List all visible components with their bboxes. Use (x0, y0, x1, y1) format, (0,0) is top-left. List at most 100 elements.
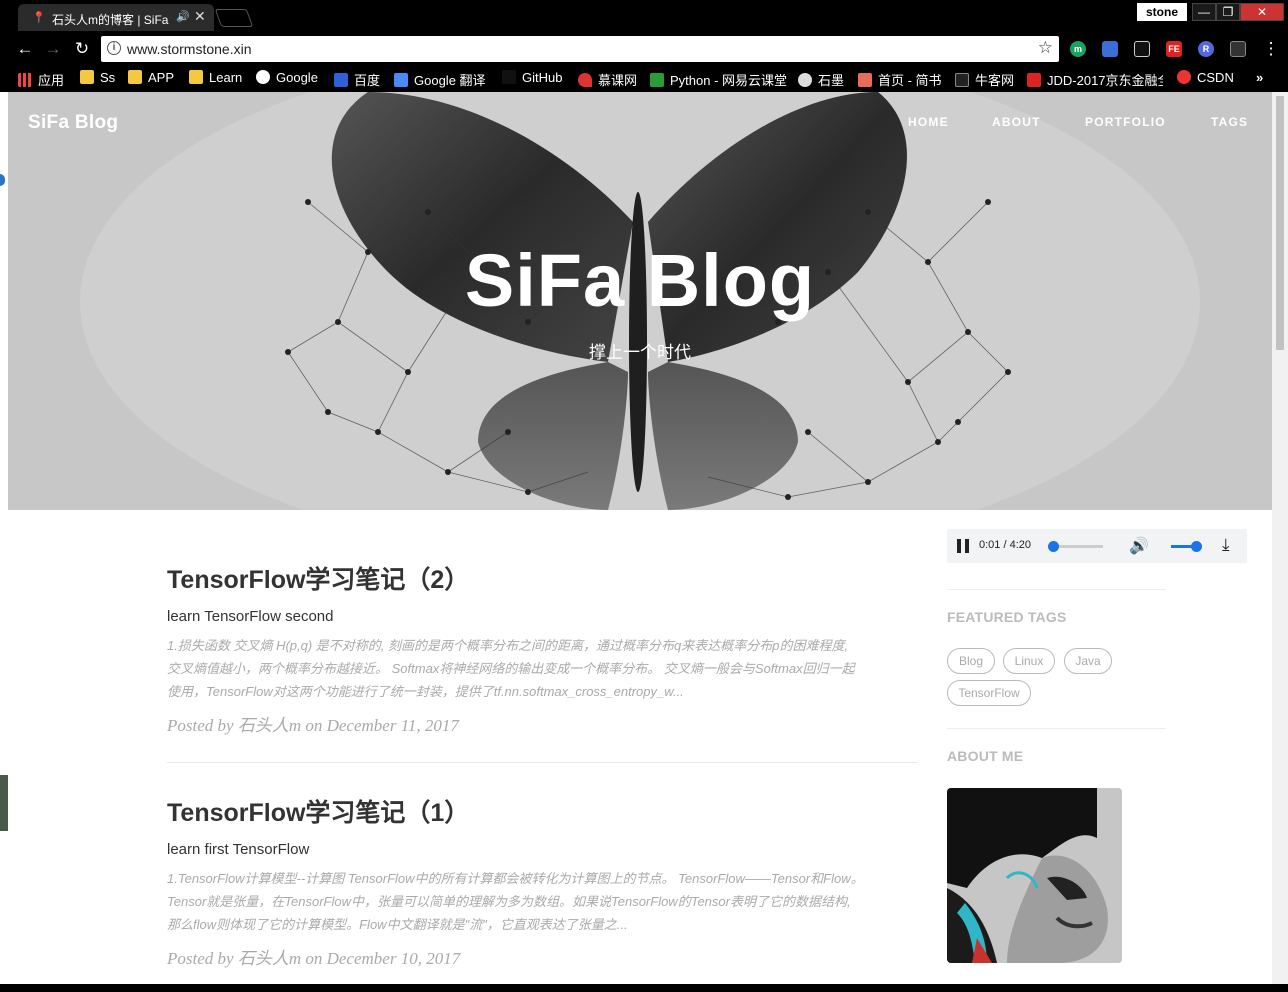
browser-tab[interactable]: 📍 石头人m的博客 | SiFa 🔊 ✕ (18, 4, 214, 31)
bookmark-apps[interactable]: 应用 (18, 70, 64, 89)
bookmark-csdn[interactable]: CSDN (1177, 70, 1234, 85)
audio-time: 0:01 / 4:20 (979, 539, 1031, 551)
extension-glasses-icon[interactable] (1134, 41, 1150, 57)
avatar (947, 788, 1122, 963)
scrollbar-thumb[interactable] (1276, 96, 1284, 350)
back-icon[interactable]: ← (14, 38, 36, 60)
bookmarks-overflow-chevron-icon[interactable]: » (1256, 70, 1263, 85)
netease-study-icon (650, 73, 664, 87)
bookmark-folder-app[interactable]: APP (128, 70, 174, 85)
close-window-icon[interactable]: ✕ (1240, 3, 1284, 21)
apps-grid-icon (18, 73, 32, 87)
close-tab-icon[interactable]: ✕ (194, 8, 206, 25)
folder-icon (80, 70, 94, 84)
post-subtitle[interactable]: learn TensorFlow second (167, 608, 917, 625)
left-window-edge (0, 92, 8, 984)
featured-tags-heading: FEATURED TAGS (947, 609, 1067, 625)
extension-m-icon[interactable]: m (1070, 41, 1086, 57)
bookmark-star-icon[interactable]: ☆ (1038, 38, 1053, 58)
google-icon (256, 70, 270, 84)
url-text[interactable]: www.stormstone.xin (127, 41, 251, 57)
sidebar-divider (947, 728, 1166, 729)
bookmark-jianshu[interactable]: 首页 - 简书 (858, 70, 942, 89)
folder-icon (189, 70, 203, 84)
volume-thumb[interactable] (1191, 541, 1202, 552)
nav-home[interactable]: HOME (908, 115, 949, 129)
bookmark-imooc[interactable]: 慕课网 (578, 70, 637, 89)
baidu-icon (334, 73, 348, 87)
translate-icon (394, 73, 408, 87)
tag-tensorflow[interactable]: TensorFlow (947, 680, 1031, 706)
post-preview[interactable]: TensorFlow学习笔记（1） learn first TensorFlow… (167, 793, 917, 969)
minimize-icon[interactable]: — (1192, 3, 1216, 21)
hero-title: SiFa Blog (464, 239, 816, 322)
new-tab-button[interactable] (214, 9, 254, 27)
bookmark-folder-learn[interactable]: Learn (189, 70, 242, 85)
folder-icon (128, 70, 142, 84)
pin-icon: 📍 (32, 12, 46, 24)
post-divider (167, 762, 917, 763)
menu-icon[interactable]: ⋮ (1260, 38, 1282, 60)
left-edge-widget (0, 775, 8, 831)
forward-icon[interactable]: → (42, 38, 64, 60)
profile-photo (947, 788, 1122, 963)
bookmark-netease-python[interactable]: Python - 网易云课堂 (650, 70, 787, 89)
browser-window: 📍 石头人m的博客 | SiFa 🔊 ✕ stone — ❐ ✕ ← → ↻ i… (0, 0, 1288, 992)
post-meta: Posted by 石头人m on December 10, 2017 (167, 949, 461, 968)
hero-subtitle: 撑上一个时代 (589, 343, 691, 362)
shimo-icon (798, 73, 812, 87)
post-preview[interactable]: TensorFlow学习笔记（2） learn TensorFlow secon… (167, 560, 917, 736)
address-bar[interactable]: i www.stormstone.xin ☆ (101, 36, 1059, 62)
post-title[interactable]: TensorFlow学习笔记（1） (167, 793, 917, 829)
profile-button[interactable]: stone (1137, 3, 1187, 21)
tab-strip: 📍 石头人m的博客 | SiFa 🔊 ✕ stone — ❐ ✕ (0, 0, 1288, 34)
download-icon[interactable]: ⤓ (1222, 535, 1230, 555)
flame-icon (578, 73, 592, 87)
bookmark-jdd[interactable]: JDD-2017京东金融全 (1027, 70, 1163, 89)
audio-playing-icon[interactable]: 🔊 (176, 10, 190, 23)
post-excerpt: 1.TensorFlow计算模型--计算图 TensorFlow中的所有计算都会… (167, 871, 864, 932)
pause-icon[interactable] (957, 539, 969, 553)
page-viewport: SiFa Blog HOME ABOUT PORTFOLIO TAGS SiFa… (8, 92, 1272, 984)
restore-icon[interactable]: ❐ (1216, 3, 1240, 21)
tag-linux[interactable]: Linux (1003, 648, 1055, 674)
browser-toolbar: ← → ↻ i www.stormstone.xin ☆ m FE R ⋮ (0, 34, 1288, 64)
bookmark-google-translate[interactable]: Google 翻译 (394, 70, 486, 89)
extension-fe-icon[interactable]: FE (1166, 41, 1182, 57)
post-subtitle[interactable]: learn first TensorFlow (167, 841, 917, 858)
info-icon[interactable]: i (107, 41, 121, 55)
bookmark-baidu[interactable]: 百度 (334, 70, 380, 89)
site-brand-link[interactable]: SiFa Blog (28, 112, 118, 134)
post-meta: Posted by 石头人m on December 11, 2017 (167, 716, 459, 735)
bookmarks-bar: 应用 Ss APP Learn Google 百度 Google 翻译 GitH… (0, 64, 1288, 92)
post-title[interactable]: TensorFlow学习笔记（2） (167, 560, 917, 596)
extension-pdf-icon[interactable] (1230, 41, 1246, 57)
extension-r-icon[interactable]: R (1198, 41, 1214, 57)
nowcoder-icon (955, 73, 969, 87)
github-icon (502, 70, 516, 84)
bookmark-folder-ss[interactable]: Ss (80, 70, 115, 85)
bookmark-nowcoder[interactable]: 牛客网 (955, 70, 1014, 89)
hero-header: SiFa Blog HOME ABOUT PORTFOLIO TAGS SiFa… (8, 92, 1272, 510)
post-excerpt: 1.损失函数 交叉熵 H(p,q) 是不对称的, 刻画的是两个概率分布之间的距离… (167, 638, 855, 699)
audio-seek-thumb[interactable] (1048, 541, 1060, 552)
bookmark-shimo[interactable]: 石墨 (798, 70, 844, 89)
sidebar-divider (947, 589, 1166, 590)
nav-about[interactable]: ABOUT (992, 115, 1041, 129)
tab-title: 石头人m的博客 | SiFa (52, 13, 169, 27)
tag-java[interactable]: Java (1064, 648, 1112, 674)
jd-icon (1027, 73, 1041, 87)
jianshu-icon (858, 73, 872, 87)
volume-icon[interactable]: 🔊 (1129, 536, 1149, 556)
audio-player[interactable]: 0:01 / 4:20 🔊 ⤓ (947, 529, 1247, 563)
reload-icon[interactable]: ↻ (71, 38, 93, 60)
about-me-heading: ABOUT ME (947, 748, 1024, 764)
csdn-icon (1177, 70, 1191, 84)
bookmark-github[interactable]: GitHub (502, 70, 562, 85)
nav-tags[interactable]: TAGS (1211, 115, 1248, 129)
page-scrollbar[interactable] (1272, 92, 1288, 984)
tag-blog[interactable]: Blog (947, 648, 995, 674)
extension-puzzle-icon[interactable] (1102, 41, 1118, 57)
nav-portfolio[interactable]: PORTFOLIO (1085, 115, 1166, 129)
bookmark-google[interactable]: Google (256, 70, 318, 85)
